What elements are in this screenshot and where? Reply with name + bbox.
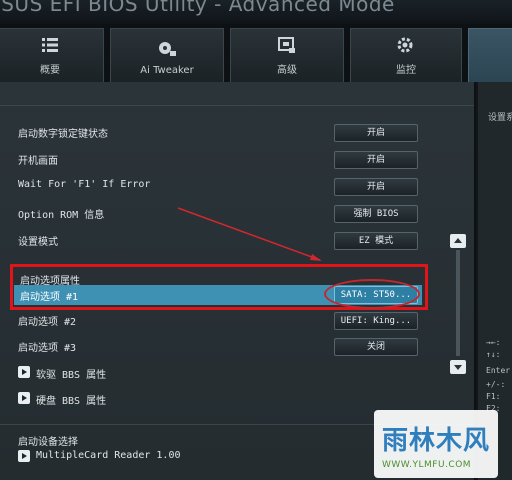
chevron-right-icon [18,366,30,378]
setting-row-numlock: 启动数字锁定键状态 开启 [0,121,440,143]
setting-row-wait-f1: Wait For 'F1' If Error 开启 [0,175,440,197]
watermark-url: WWW.YLMFU.COM [382,460,472,470]
fan-icon [159,42,176,56]
submenu-label: 软驱 BBS 属性 [36,370,107,381]
setting-label: Option ROM 信息 [18,210,105,221]
setting-label: Wait For 'F1' If Error [18,179,151,190]
chip-icon [278,37,295,53]
divider [0,105,474,106]
setting-label: 开机画面 [18,156,58,167]
setting-label: 启动选项 #3 [18,343,77,354]
scrollbar[interactable] [456,250,460,356]
tab-ai-tweaker[interactable]: Ai Tweaker [110,28,224,82]
submenu-label: 硬盘 BBS 属性 [36,396,107,407]
help-title: 设置系 [488,113,512,123]
help-key: +/-: [486,380,506,389]
setting-value-button[interactable]: 强制 BIOS [334,205,418,223]
setting-value-button[interactable]: UEFI: King... [334,312,418,330]
tab-label: 概要 [40,65,60,76]
setting-row-boot-option-2: 启动选项 #2 UEFI: King... [0,309,440,331]
watermark-logo: 雨林木风 WWW.YLMFU.COM [374,410,498,478]
tab-label: Ai Tweaker [140,65,194,76]
setting-value-button[interactable]: 开启 [334,178,418,196]
tab-advanced[interactable]: 高级 [230,28,344,82]
submenu-floppy-bbs[interactable]: 软驱 BBS 属性 [0,362,440,384]
chevron-right-icon [18,392,30,404]
device-label: MultipleCard Reader 1.00 [36,450,181,461]
tab-monitor[interactable]: 监控 [350,28,462,82]
setting-row-boot-logo: 开机画面 开启 [0,148,440,170]
tab-boot[interactable] [468,28,512,82]
tab-label: 高级 [277,65,297,76]
window-title: /SUS EFI BIOS Utility - Advanced Mode [0,0,395,16]
help-key: Enter [486,366,511,375]
setting-value-button[interactable]: 开启 [334,151,418,169]
setting-value-button[interactable]: EZ 模式 [334,232,418,250]
tab-overview[interactable]: 概要 [0,28,104,82]
scroll-down-button[interactable] [450,360,466,374]
main-tabs: 概要 Ai Tweaker 高级 监控 [0,24,512,82]
setting-value-button[interactable]: 关闭 [334,338,418,356]
gear-icon [397,37,413,53]
title-bar: /SUS EFI BIOS Utility - Advanced Mode [0,0,512,24]
setting-label: 启动数字锁定键状态 [18,129,108,140]
help-key: →←: [486,338,501,347]
tab-label: 监控 [396,65,416,76]
list-icon [42,38,58,52]
submenu-hdd-bbs[interactable]: 硬盘 BBS 属性 [0,388,440,410]
setting-label: 启动选项 #2 [18,317,77,328]
setting-row-boot-option-3: 启动选项 #3 关闭 [0,335,440,357]
annotation-ellipse [324,279,420,309]
scroll-up-button[interactable] [450,234,466,248]
help-key: ↑↓: [486,350,501,359]
watermark-text: 雨林木风 [382,426,491,456]
setting-value-button[interactable]: 开启 [334,124,418,142]
annotation-arrow [177,207,322,261]
setting-label: 设置模式 [18,237,58,248]
help-key: F1: [486,392,501,401]
chevron-right-icon [18,450,30,462]
